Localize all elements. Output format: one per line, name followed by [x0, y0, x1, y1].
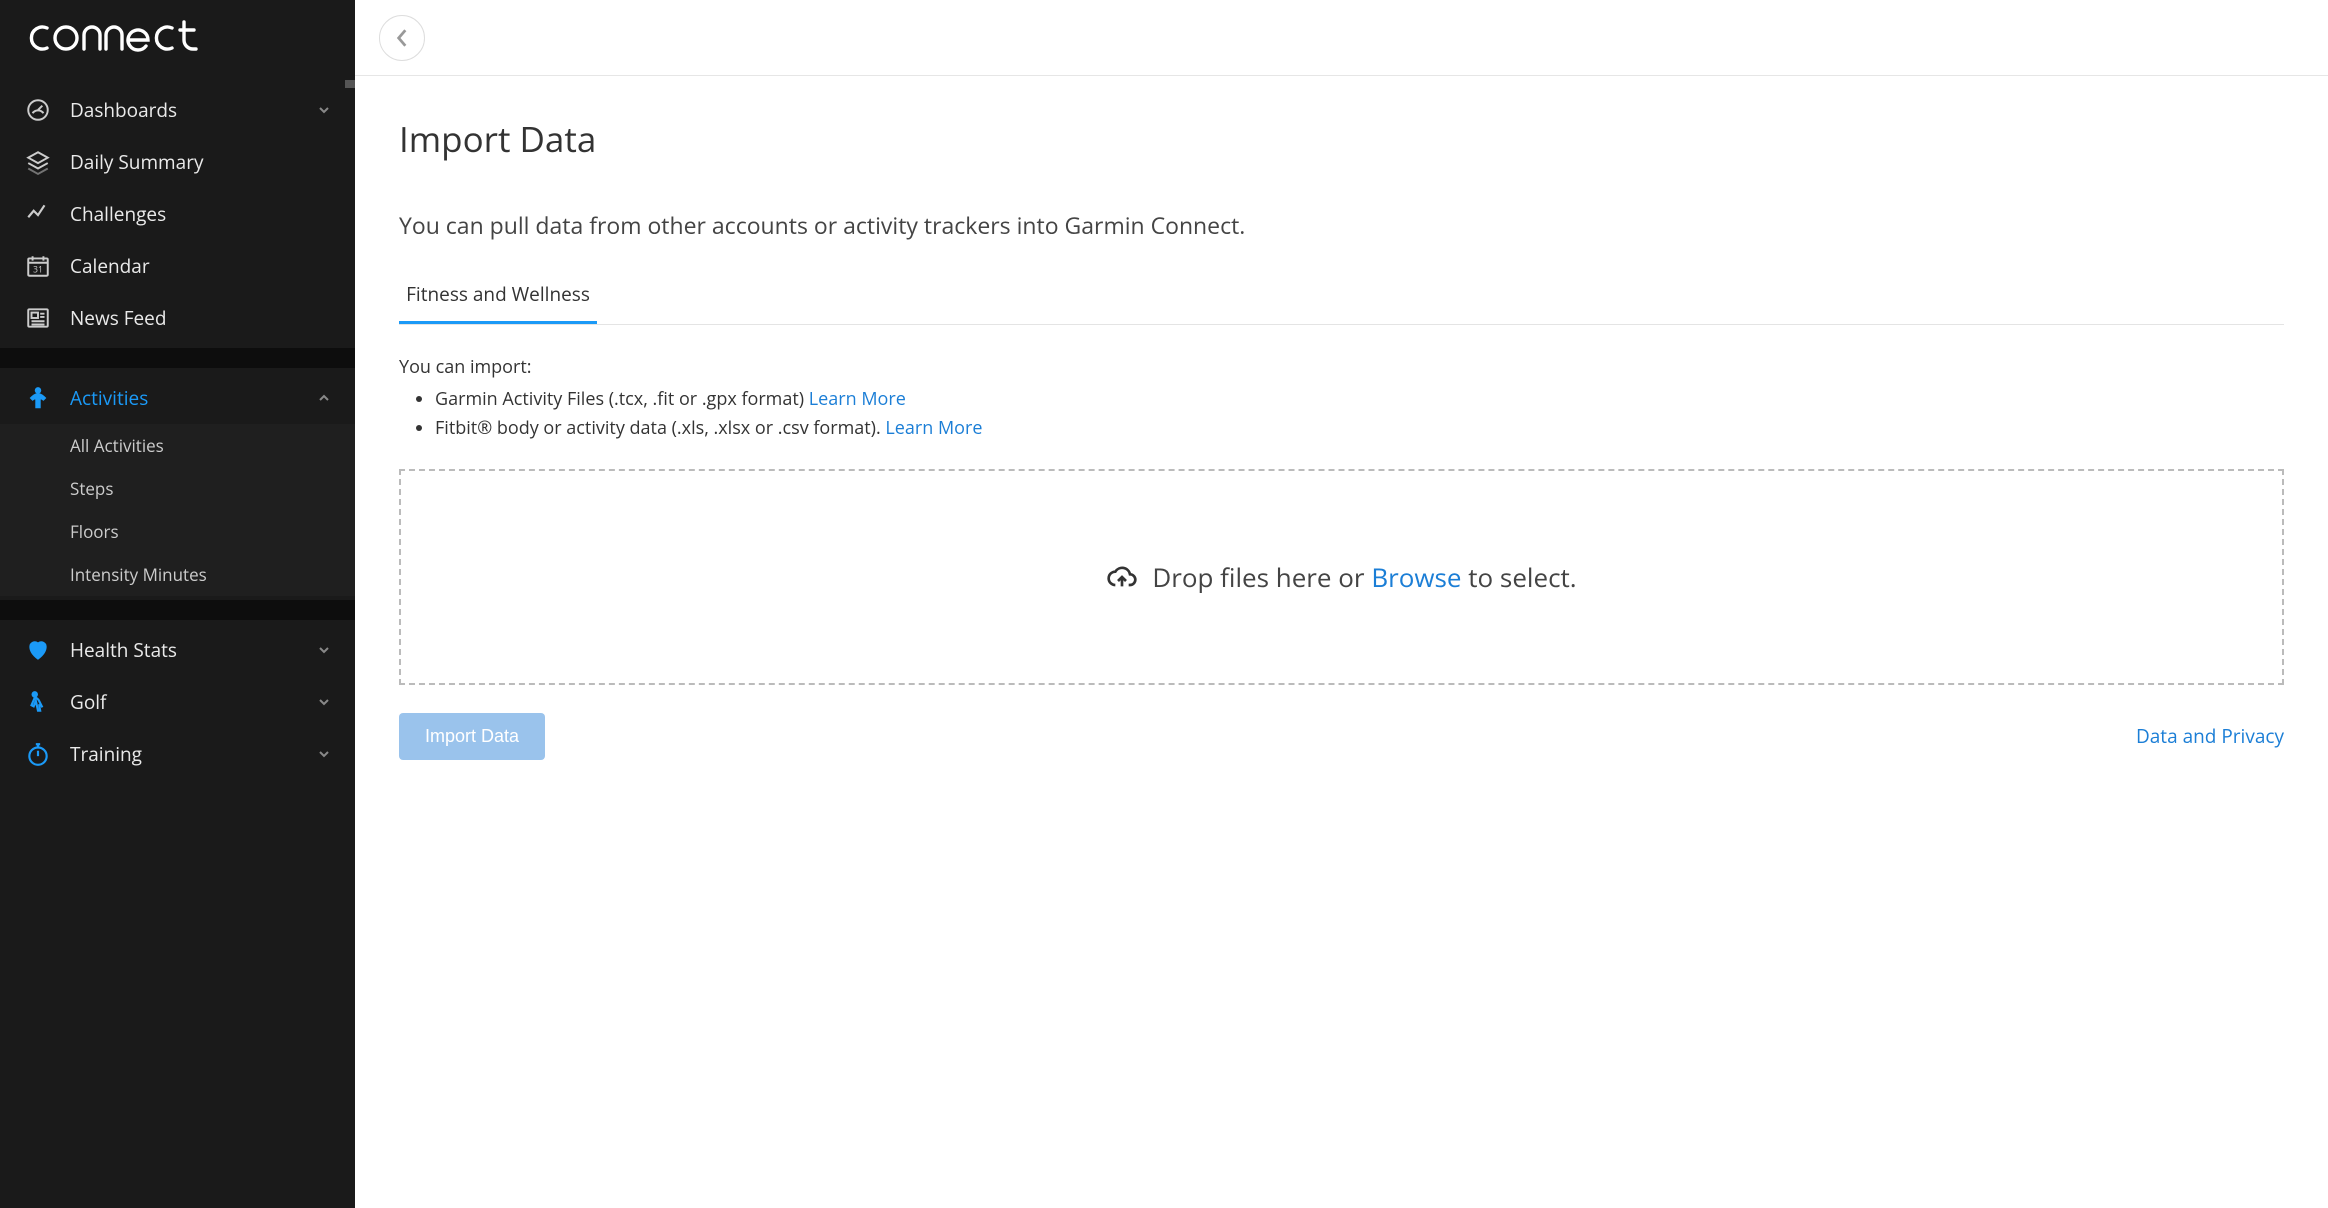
sidebar-item-label: Daily Summary: [70, 149, 331, 175]
sidebar-item-health-stats[interactable]: Health Stats: [0, 624, 355, 676]
sidebar-item-challenges[interactable]: Challenges: [0, 188, 355, 240]
intro-text: You can pull data from other accounts or…: [399, 209, 2284, 241]
sidebar-subitem-floors[interactable]: Floors: [0, 510, 355, 553]
data-privacy-link[interactable]: Data and Privacy: [2136, 723, 2284, 749]
dropzone-prefix: Drop files here or: [1152, 559, 1371, 595]
sidebar-item-label: Health Stats: [70, 637, 317, 663]
nav-separator: [0, 348, 355, 368]
person-icon: [24, 384, 52, 412]
stopwatch-icon: [24, 740, 52, 768]
sidebar: Dashboards Daily Summary Challenges: [0, 0, 355, 1208]
sidebar-item-activities[interactable]: Activities: [0, 372, 355, 424]
logo[interactable]: [0, 0, 355, 80]
sidebar-subitem-intensity-minutes[interactable]: Intensity Minutes: [0, 553, 355, 596]
import-intro: You can import:: [399, 355, 2284, 379]
actions-row: Import Data Data and Privacy: [399, 713, 2284, 760]
activities-submenu: All Activities Steps Floors Intensity Mi…: [0, 424, 355, 596]
dropzone-text: Drop files here or Browse to select.: [1152, 559, 1576, 595]
sidebar-item-label: Challenges: [70, 201, 331, 227]
sidebar-item-calendar[interactable]: 31 Calendar: [0, 240, 355, 292]
import-list-item: Garmin Activity Files (.tcx, .fit or .gp…: [435, 385, 2284, 414]
sidebar-item-label: Activities: [70, 385, 317, 411]
import-list-item: Fitbit® body or activity data (.xls, .xl…: [435, 414, 2284, 443]
trend-icon: [24, 200, 52, 228]
topbar: [355, 0, 2328, 76]
bullet-text: Garmin Activity Files (.tcx, .fit or .gp…: [435, 387, 809, 411]
sidebar-nav: Dashboards Daily Summary Challenges: [0, 80, 355, 1208]
connect-wordmark: [24, 18, 224, 58]
chevron-down-icon: [317, 747, 331, 761]
content: Import Data You can pull data from other…: [355, 76, 2328, 800]
back-button[interactable]: [379, 15, 425, 61]
sidebar-subitem-steps[interactable]: Steps: [0, 467, 355, 510]
sidebar-subitem-all-activities[interactable]: All Activities: [0, 424, 355, 467]
learn-more-link[interactable]: Learn More: [809, 387, 906, 411]
golf-icon: [24, 688, 52, 716]
sidebar-item-label: Training: [70, 741, 317, 767]
calendar-icon: 31: [24, 252, 52, 280]
chevron-down-icon: [317, 643, 331, 657]
import-list: Garmin Activity Files (.tcx, .fit or .gp…: [435, 385, 2284, 443]
page-title: Import Data: [399, 116, 2284, 163]
chevron-down-icon: [317, 695, 331, 709]
chevron-up-icon: [317, 391, 331, 405]
news-icon: [24, 304, 52, 332]
sidebar-item-news-feed[interactable]: News Feed: [0, 292, 355, 344]
sidebar-item-label: Dashboards: [70, 97, 317, 123]
chevron-left-icon: [395, 28, 409, 48]
bullet-text: Fitbit® body or activity data (.xls, .xl…: [435, 416, 885, 440]
tabs: Fitness and Wellness: [399, 271, 2284, 325]
nav-separator: [0, 600, 355, 620]
sidebar-item-label: Calendar: [70, 253, 331, 279]
file-dropzone[interactable]: Drop files here or Browse to select.: [399, 469, 2284, 685]
sidebar-item-daily-summary[interactable]: Daily Summary: [0, 136, 355, 188]
dropzone-suffix: to select.: [1462, 559, 1577, 595]
cloud-upload-icon: [1106, 561, 1138, 593]
import-button[interactable]: Import Data: [399, 713, 545, 760]
layers-icon: [24, 148, 52, 176]
heart-icon: [24, 636, 52, 664]
sidebar-item-dashboards[interactable]: Dashboards: [0, 84, 355, 136]
gauge-icon: [24, 96, 52, 124]
sidebar-item-label: Golf: [70, 689, 317, 715]
sidebar-item-golf[interactable]: Golf: [0, 676, 355, 728]
chevron-down-icon: [317, 103, 331, 117]
sidebar-item-label: News Feed: [70, 305, 331, 331]
tab-fitness-wellness[interactable]: Fitness and Wellness: [399, 271, 597, 324]
sidebar-item-training[interactable]: Training: [0, 728, 355, 780]
learn-more-link[interactable]: Learn More: [885, 416, 982, 440]
main-area: Import Data You can pull data from other…: [355, 0, 2328, 1208]
svg-text:31: 31: [33, 264, 43, 276]
browse-link[interactable]: Browse: [1371, 559, 1461, 595]
